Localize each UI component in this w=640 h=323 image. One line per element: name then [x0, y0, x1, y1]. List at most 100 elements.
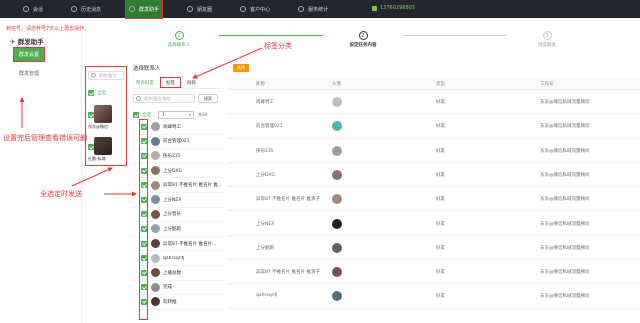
page-select[interactable]: 1 [158, 111, 194, 119]
phone-number: 13760298803 [380, 5, 415, 11]
step-preview: 3 预览群发 [507, 31, 587, 48]
friend-select-all[interactable]: 全选 [133, 112, 151, 118]
avatar [151, 151, 160, 161]
annotation-setup-note: 设置完后管理查看错误可删 [3, 134, 87, 142]
friend-name: 上分酷跑 [163, 226, 181, 232]
tab-tags[interactable]: 标签 [160, 77, 181, 88]
cell-nick: 上分DXG [256, 172, 276, 178]
avatar [332, 194, 342, 205]
step-label: 设定任务内容 [349, 43, 377, 48]
nav-history[interactable]: 历史消息 [68, 0, 104, 18]
account-search-input[interactable]: 昵称/备注 [88, 71, 124, 80]
avatar [151, 224, 160, 234]
nav-stats[interactable]: 服务统计 [295, 0, 331, 18]
annotation-select-all-note: 全选定时发送 [40, 190, 82, 198]
cell-work: 东东@微信私域流量顾问 [540, 270, 590, 276]
search-placeholder: 昵称/备注/微信 [144, 96, 171, 101]
choose-contacts-title: 选择联系人 [133, 66, 161, 72]
step-progress: 1 选择联系人 2 设定任务内容 3 预览群发 [82, 30, 640, 58]
sidebar-item-broadcast-manage[interactable]: 群发管理 [14, 67, 44, 80]
nav-label: 历史消息 [81, 6, 102, 13]
table-row: 上分DXG 好友 东东@微信私域流量顾问 [228, 163, 640, 188]
checkbox-checked[interactable] [88, 112, 94, 118]
cell-type: 好友 [436, 294, 445, 300]
search-button[interactable]: 搜索 [198, 94, 218, 103]
cell-type: 好友 [436, 270, 445, 276]
friend-search-input[interactable]: 昵称/备注/微信 [133, 94, 195, 103]
cell-type: 好友 [436, 124, 445, 130]
nav-label: 朋友圈 [197, 6, 213, 13]
cell-work: 东东@微信私域流量顾问 [540, 148, 590, 154]
avatar [151, 297, 160, 307]
cell-nick: 侠份235 [256, 148, 274, 154]
avatar [332, 267, 342, 278]
avatar [332, 169, 342, 180]
step-number: 2 [358, 31, 368, 40]
broadcast-icon [129, 6, 136, 12]
avatar [151, 282, 160, 292]
step-label: 预览群发 [538, 43, 556, 48]
friend-tabs: 所有好友 标签 群聊 [133, 77, 221, 89]
account-select-all[interactable]: 全选 [88, 90, 106, 96]
sidebar-title-text: 群发助手 [17, 38, 44, 46]
avatar [151, 180, 160, 190]
cell-type: 好友 [436, 100, 445, 105]
table-row: 侠份235 好友 东东@微信私域流量顾问 [228, 139, 640, 163]
nav-label: 客户中心 [250, 6, 271, 13]
checkbox-checked[interactable] [88, 144, 94, 150]
tab-groups[interactable]: 群聊 [184, 77, 199, 88]
stats-icon [298, 6, 305, 12]
search-icon [136, 96, 141, 101]
account-item[interactable]: 东东@微信 [88, 105, 125, 130]
cell-type: 好友 [436, 221, 445, 227]
cell-nick: 上分NEX [256, 221, 275, 227]
cell-nick: 尚峰特工 [256, 100, 274, 105]
friend-name: 上播总数 [163, 270, 181, 276]
step-number: 1 [174, 31, 184, 40]
tab-all-friends[interactable]: 所有好友 [133, 77, 157, 88]
phone-icon [372, 5, 377, 11]
table-row: 前台管理021 好友 东东@微信私域流量顾问 [228, 114, 640, 139]
account-item[interactable]: 杜鹏-私域 [88, 137, 125, 162]
nav-customer[interactable]: 客户中心 [237, 0, 273, 18]
annotation-tag-category: 标签分类 [264, 42, 292, 50]
avatar [332, 218, 342, 229]
avatar [151, 253, 160, 263]
cell-nick: qahrxqnfj [256, 293, 278, 299]
friend-name: 上分晋长 [163, 212, 181, 218]
cell-type: 好友 [436, 245, 445, 251]
checkbox-column-highlight [139, 119, 148, 320]
avatar [151, 195, 160, 205]
cell-nick: 前台管理021 [256, 124, 283, 130]
select-all-label: 全选 [142, 113, 151, 118]
avatar [151, 239, 160, 249]
table-row: 上分酷跑 好友 东东@微信私域流量顾问 [228, 236, 640, 261]
warning-banner: 到信号，请您养号7天以上再去操作。 [6, 26, 90, 32]
step-number: 3 [542, 31, 552, 40]
friend-name: 前台管理021 [163, 139, 190, 145]
col-nick: 昵称 [256, 82, 265, 87]
friend-name: 上分NEX [163, 197, 182, 203]
search-placeholder: 昵称/备注 [99, 73, 117, 78]
nav-broadcast[interactable]: 群发助手 [125, 0, 164, 19]
customer-icon [240, 6, 247, 12]
avatar [332, 145, 342, 156]
avatar [151, 136, 160, 146]
nav-chat[interactable]: 会话 [20, 0, 46, 18]
avatar [151, 209, 160, 219]
step-connector [219, 35, 323, 36]
friend-name: qahrxqnfj [163, 255, 185, 261]
history-icon [71, 6, 78, 12]
cell-type: 好友 [436, 148, 445, 154]
checkbox-checked[interactable] [88, 90, 94, 96]
friend-name: 完成 [163, 285, 172, 291]
account-phone[interactable]: 13760298803 [372, 5, 415, 11]
select-button[interactable]: 选择 [233, 64, 249, 72]
nav-moments[interactable]: 朋友圈 [184, 0, 215, 18]
col-work: 工作号 [540, 82, 554, 87]
friend-name: 侠份235 [163, 153, 181, 159]
table-header: 昵称 头像 类型 工作号 [228, 78, 640, 90]
checkbox-checked[interactable] [133, 112, 139, 118]
cell-work: 东东@微信私域流量顾问 [540, 245, 590, 251]
sidebar-item-broadcast-settings[interactable]: 群发设置 [12, 47, 46, 62]
